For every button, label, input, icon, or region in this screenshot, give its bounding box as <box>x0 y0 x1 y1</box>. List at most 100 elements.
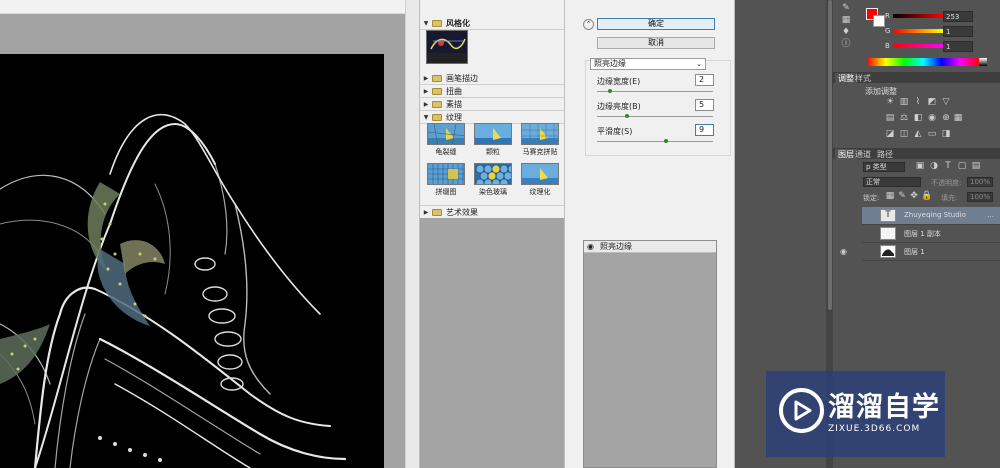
blue-channel-slider[interactable] <box>893 44 943 48</box>
edge-width-slider[interactable] <box>597 89 713 93</box>
filter-thumb-stained-glass[interactable] <box>474 163 512 185</box>
category-brush-strokes[interactable]: ▶ 画笔描边 <box>420 72 564 85</box>
brush-tool-icon[interactable]: ✎ <box>841 4 851 13</box>
vibrance-icon[interactable]: ▽ <box>941 98 951 107</box>
tab-channels[interactable]: 通道 <box>855 149 871 160</box>
filter-shape-icon[interactable]: ▢ <box>957 162 967 171</box>
fill-input[interactable]: 100% <box>967 192 993 202</box>
red-channel-label: R <box>885 12 890 20</box>
background-color-swatch[interactable] <box>873 15 885 27</box>
selective-color-icon[interactable]: ◨ <box>941 130 951 139</box>
lock-position-icon[interactable]: ✥ <box>909 192 919 201</box>
applied-filter-label: 照亮边缘 <box>600 242 632 251</box>
layer-row-copy[interactable]: 图层 1 副本 <box>862 225 1000 243</box>
category-artistic[interactable]: ▶ 艺术效果 <box>420 205 564 219</box>
tab-styles[interactable]: 样式 <box>855 73 871 84</box>
eye-icon[interactable]: ◉ <box>587 241 594 253</box>
lock-all-icon[interactable]: 🔒 <box>921 192 932 201</box>
slider-knob[interactable] <box>625 114 629 118</box>
ok-button[interactable]: 确定 <box>597 18 715 30</box>
levels-icon[interactable]: ▥ <box>899 98 909 107</box>
more-icon[interactable]: … <box>987 211 994 219</box>
edge-width-label: 边缘宽度(E) <box>597 77 641 86</box>
tab-paths[interactable]: 路径 <box>877 149 893 160</box>
grayscale-ramp[interactable] <box>979 58 987 66</box>
filter-thumb-craquelure[interactable] <box>427 123 465 145</box>
tab-adjustments[interactable]: 调整 <box>835 73 857 84</box>
cancel-button[interactable]: 取消 <box>597 37 715 49</box>
category-sketch[interactable]: ▶ 素描 <box>420 98 564 111</box>
play-logo-icon <box>779 388 824 433</box>
thumb-label: 染色玻璃 <box>479 188 507 196</box>
category-stylize[interactable]: ▼ 风格化 <box>420 17 564 30</box>
blend-mode-select[interactable]: 正常 <box>863 177 921 187</box>
gradient-map-icon[interactable]: ▭ <box>927 130 937 139</box>
green-channel-value[interactable]: 1 <box>943 26 973 37</box>
category-label: 风格化 <box>446 18 470 28</box>
tab-layers[interactable]: 图层 <box>835 149 857 160</box>
filter-thumb-texturizer[interactable] <box>521 163 559 185</box>
thumb-label: 龟裂缝 <box>435 148 457 156</box>
applied-filter-row[interactable]: ◉ 照亮边缘 <box>584 241 716 253</box>
opacity-label: 不透明度: <box>931 179 962 187</box>
green-channel-slider[interactable] <box>893 29 943 33</box>
category-label: 画笔描边 <box>446 73 478 83</box>
filter-adjust-icon[interactable]: ◑ <box>929 162 939 171</box>
filter-thumb-mosaic-tiles[interactable] <box>521 123 559 145</box>
lock-pixels-icon[interactable]: ▦ <box>885 192 895 201</box>
threshold-icon[interactable]: ◭ <box>913 130 923 139</box>
layer-filter-select[interactable]: p 类型 <box>863 162 905 172</box>
category-distort[interactable]: ▶ 扭曲 <box>420 85 564 98</box>
preview-canvas[interactable] <box>0 54 384 468</box>
thumb-label: 拼缀图 <box>435 188 457 196</box>
layer-row-text[interactable]: T Zhuyeqing Studio … <box>862 207 1000 225</box>
adjust-icon[interactable]: ♦ <box>841 28 851 37</box>
filter-thumb-patchwork[interactable] <box>427 163 465 185</box>
curves-icon[interactable]: ⌇ <box>913 98 923 107</box>
red-channel-slider[interactable] <box>893 14 943 18</box>
filter-thumb-grain[interactable] <box>474 123 512 145</box>
edge-brightness-input[interactable]: 5 <box>695 99 714 111</box>
eye-icon[interactable]: ◉ <box>840 247 847 256</box>
layer-row-base[interactable]: ◉ 图层 1 <box>840 243 1000 261</box>
filter-pixel-icon[interactable]: ▣ <box>915 162 925 171</box>
blue-channel-label: B <box>885 42 890 50</box>
brightness-icon[interactable]: ☀ <box>885 98 895 107</box>
filter-thumb-glowing-edges[interactable]: 照亮边缘 <box>426 30 468 64</box>
posterize-icon[interactable]: ◫ <box>899 130 909 139</box>
filter-type-icon[interactable]: T <box>943 162 953 171</box>
smoothness-slider[interactable] <box>597 139 713 143</box>
watermark-subtitle: ZIXUE.3D66.COM <box>828 424 921 434</box>
info-icon[interactable]: ⓘ <box>841 40 851 49</box>
invert-icon[interactable]: ◪ <box>885 130 895 139</box>
filter-select[interactable]: 照亮边缘 ⌄ <box>590 58 706 70</box>
filter-controls-panel: ⌃ 确定 取消 照亮边缘 ⌄ 边缘宽度(E) 2 边缘亮度(B) 5 平滑度(S… <box>565 0 735 468</box>
expand-triangle-icon: ▼ <box>423 113 429 121</box>
scrollbar-thumb[interactable] <box>828 0 832 310</box>
hue-icon[interactable]: ▤ <box>885 114 895 123</box>
blue-channel-value[interactable]: 1 <box>943 41 973 52</box>
thumb-image <box>522 164 558 184</box>
edge-brightness-slider[interactable] <box>597 114 713 118</box>
color-balance-icon[interactable]: ⚖ <box>899 114 909 123</box>
photo-filter-icon[interactable]: ◉ <box>927 114 937 123</box>
smoothness-input[interactable]: 9 <box>695 124 714 136</box>
red-channel-value[interactable]: 253 <box>943 11 973 22</box>
channel-mixer-icon[interactable]: ⊕ <box>941 114 951 123</box>
opacity-input[interactable]: 100% <box>967 177 993 187</box>
swatches-icon[interactable]: ▦ <box>841 16 851 25</box>
watermark-badge: 溜溜自学 ZIXUE.3D66.COM <box>766 371 945 457</box>
collapse-gallery-icon[interactable]: ⌃ <box>583 19 594 30</box>
slider-knob[interactable] <box>608 89 612 93</box>
filter-select-value: 照亮边缘 <box>594 59 626 68</box>
filter-smart-icon[interactable]: ▤ <box>971 162 981 171</box>
collapse-triangle-icon: ▶ <box>423 74 429 82</box>
lock-paint-icon[interactable]: ✎ <box>897 192 907 201</box>
edge-width-input[interactable]: 2 <box>695 74 714 86</box>
black-white-icon[interactable]: ◧ <box>913 114 923 123</box>
color-lookup-icon[interactable]: ▦ <box>953 114 963 123</box>
exposure-icon[interactable]: ◩ <box>927 98 937 107</box>
thumb-label: 颗粒 <box>486 148 500 156</box>
color-spectrum-bar[interactable] <box>867 58 979 66</box>
slider-knob[interactable] <box>664 139 668 143</box>
